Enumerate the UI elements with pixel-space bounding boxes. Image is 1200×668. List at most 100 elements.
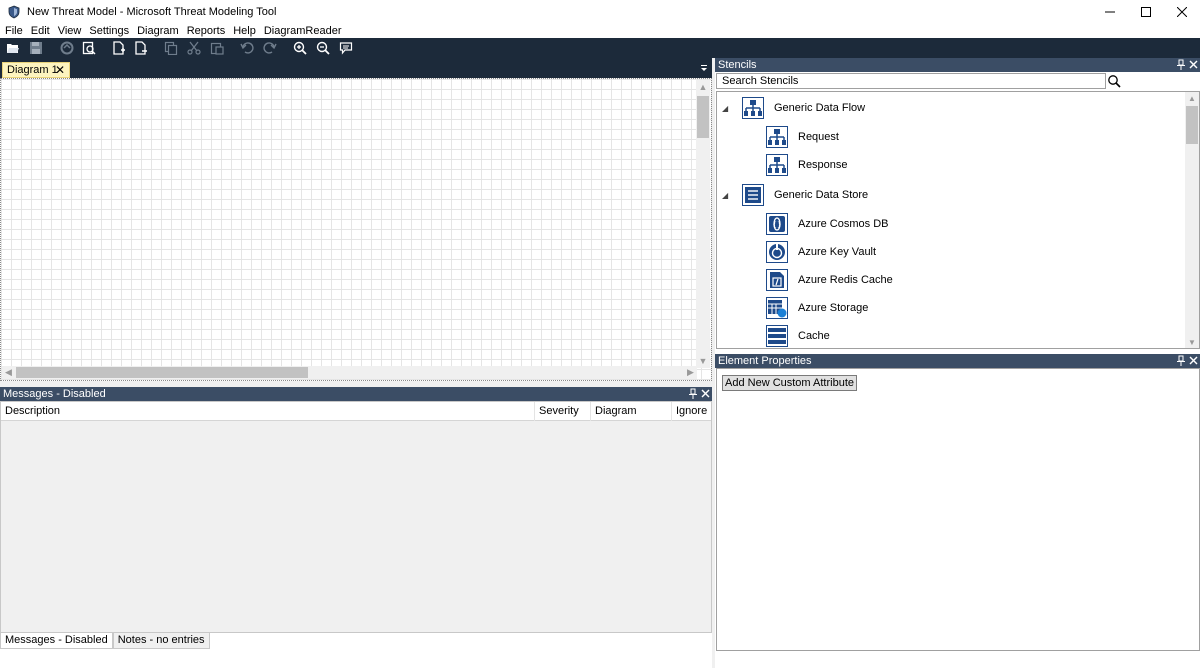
stencil-item-request[interactable]: Request [766, 125, 839, 149]
minimize-button[interactable] [1092, 0, 1128, 24]
minimize-icon [1105, 11, 1115, 13]
close-window-button[interactable] [1164, 0, 1200, 24]
scroll-down-icon[interactable]: ▼ [1185, 336, 1199, 348]
scroll-thumb[interactable] [697, 96, 709, 138]
analyze-icon[interactable] [59, 40, 75, 56]
save-icon[interactable] [28, 40, 44, 56]
comment-icon[interactable] [338, 40, 354, 56]
undo-icon[interactable] [239, 40, 255, 56]
stencil-group-generic-data-flow[interactable]: ◢ Generic Data Flow [722, 96, 865, 120]
report-icon[interactable] [81, 40, 97, 56]
stencil-list: ◢ Generic Data Flow Request Response ◢ G… [716, 91, 1200, 349]
stencils-panel-header: Stencils [715, 58, 1200, 72]
messages-panel-title: Messages - Disabled [3, 388, 106, 400]
zoom-out-icon[interactable] [315, 40, 331, 56]
properties-panel-header: Element Properties [715, 354, 1200, 368]
bottom-tab-strip: Messages - Disabled Notes - no entries [0, 633, 712, 650]
stencil-group-generic-data-store[interactable]: ◢ Generic Data Store [722, 183, 868, 207]
properties-panel: Add New Custom Attribute [716, 368, 1200, 651]
stencil-search-input[interactable]: Search Stencils [716, 73, 1106, 89]
scroll-right-icon[interactable]: ▶ [684, 366, 697, 379]
stencil-item-cache[interactable]: Cache [766, 324, 830, 348]
pin-icon[interactable] [1177, 355, 1185, 367]
add-custom-attribute-button[interactable]: Add New Custom Attribute [722, 375, 858, 391]
tab-notes[interactable]: Notes - no entries [112, 633, 210, 649]
menu-edit[interactable]: Edit [27, 24, 54, 38]
stencil-item-azure-redis-cache[interactable]: Azure Redis Cache [766, 268, 893, 292]
canvas-vertical-scrollbar[interactable]: ▲ ▼ [696, 80, 710, 368]
cosmos-db-icon: {} [766, 213, 788, 235]
data-store-icon [742, 184, 764, 206]
column-diagram[interactable]: Diagram [591, 402, 672, 421]
stencil-item-label: Azure Key Vault [798, 246, 877, 258]
tab-dropdown-icon[interactable] [700, 64, 708, 72]
stencil-item-azure-key-vault[interactable]: Azure Key Vault [766, 240, 876, 264]
stencil-item-azure-cosmos-db[interactable]: {} Azure Cosmos DB [766, 212, 888, 236]
stencil-item-response[interactable]: Response [766, 153, 848, 177]
stencil-item-label: Azure Cosmos DB [798, 218, 889, 230]
maximize-button[interactable] [1128, 0, 1164, 24]
close-icon [1177, 7, 1187, 17]
search-icon[interactable] [1107, 74, 1121, 88]
tab-close-icon[interactable]: ✕ [55, 63, 65, 78]
cut-icon[interactable] [186, 40, 202, 56]
scroll-thumb[interactable] [1186, 106, 1198, 144]
stencil-item-label: Response [798, 159, 848, 171]
stencil-item-azure-storage[interactable]: Azure Storage [766, 296, 868, 320]
paste-icon[interactable] [209, 40, 225, 56]
stencil-item-label: Request [798, 131, 839, 143]
pin-icon[interactable] [689, 388, 697, 400]
pin-icon[interactable] [1177, 59, 1185, 71]
window-title: New Threat Model - Microsoft Threat Mode… [27, 6, 277, 18]
request-icon [766, 126, 788, 148]
delete-diagram-icon[interactable] [133, 40, 149, 56]
new-diagram-icon[interactable] [111, 40, 127, 56]
menu-file[interactable]: File [0, 24, 27, 38]
stencil-group-label: Generic Data Flow [774, 102, 866, 114]
storage-icon [766, 297, 788, 319]
messages-list: Description Severity Diagram Ignore [0, 401, 712, 633]
menu-bar: File Edit View Settings Diagram Reports … [0, 24, 1200, 38]
menu-diagramreader[interactable]: DiagramReader [260, 24, 346, 38]
close-icon[interactable] [1189, 355, 1198, 367]
close-icon[interactable] [1189, 59, 1198, 71]
scroll-down-icon[interactable]: ▼ [696, 354, 710, 368]
close-icon[interactable] [701, 388, 710, 400]
copy-icon[interactable] [163, 40, 179, 56]
properties-panel-title: Element Properties [718, 355, 812, 367]
stencil-item-label: Cache [798, 330, 830, 342]
zoom-in-icon[interactable] [292, 40, 308, 56]
scroll-thumb[interactable] [16, 367, 308, 378]
diagram-canvas[interactable]: ▲ ▼ ◀ ▶ [0, 78, 712, 381]
title-bar: New Threat Model - Microsoft Threat Mode… [0, 0, 1200, 24]
app-shield-icon [8, 5, 20, 19]
messages-column-headers: Description Severity Diagram Ignore [1, 402, 711, 421]
stencil-scrollbar[interactable]: ▲ ▼ [1185, 92, 1199, 348]
canvas-horizontal-scrollbar[interactable]: ◀ ▶ [2, 366, 697, 379]
messages-panel-header: Messages - Disabled [0, 387, 712, 401]
collapse-icon[interactable]: ◢ [722, 104, 732, 113]
open-icon[interactable] [5, 40, 21, 56]
key-vault-icon [766, 241, 788, 263]
collapse-icon[interactable]: ◢ [722, 191, 732, 200]
tab-diagram-1[interactable]: Diagram 1 ✕ [2, 62, 70, 78]
scroll-up-icon[interactable]: ▲ [1185, 92, 1199, 104]
menu-view[interactable]: View [54, 24, 86, 38]
column-severity[interactable]: Severity [535, 402, 591, 421]
redo-icon[interactable] [262, 40, 278, 56]
response-icon [766, 154, 788, 176]
menu-reports[interactable]: Reports [183, 24, 230, 38]
tab-messages[interactable]: Messages - Disabled [0, 633, 113, 649]
diagram-tab-strip: Diagram 1 ✕ [0, 58, 712, 78]
maximize-icon [1141, 7, 1151, 17]
column-description[interactable]: Description [1, 402, 535, 421]
column-ignore[interactable]: Ignore [672, 402, 711, 421]
scroll-up-icon[interactable]: ▲ [696, 80, 710, 94]
menu-help[interactable]: Help [229, 24, 260, 38]
svg-text:{}: {} [773, 221, 782, 229]
scroll-left-icon[interactable]: ◀ [2, 366, 15, 379]
data-flow-icon [742, 97, 764, 119]
menu-diagram[interactable]: Diagram [133, 24, 183, 38]
menu-settings[interactable]: Settings [85, 24, 133, 38]
redis-cache-icon [766, 269, 788, 291]
